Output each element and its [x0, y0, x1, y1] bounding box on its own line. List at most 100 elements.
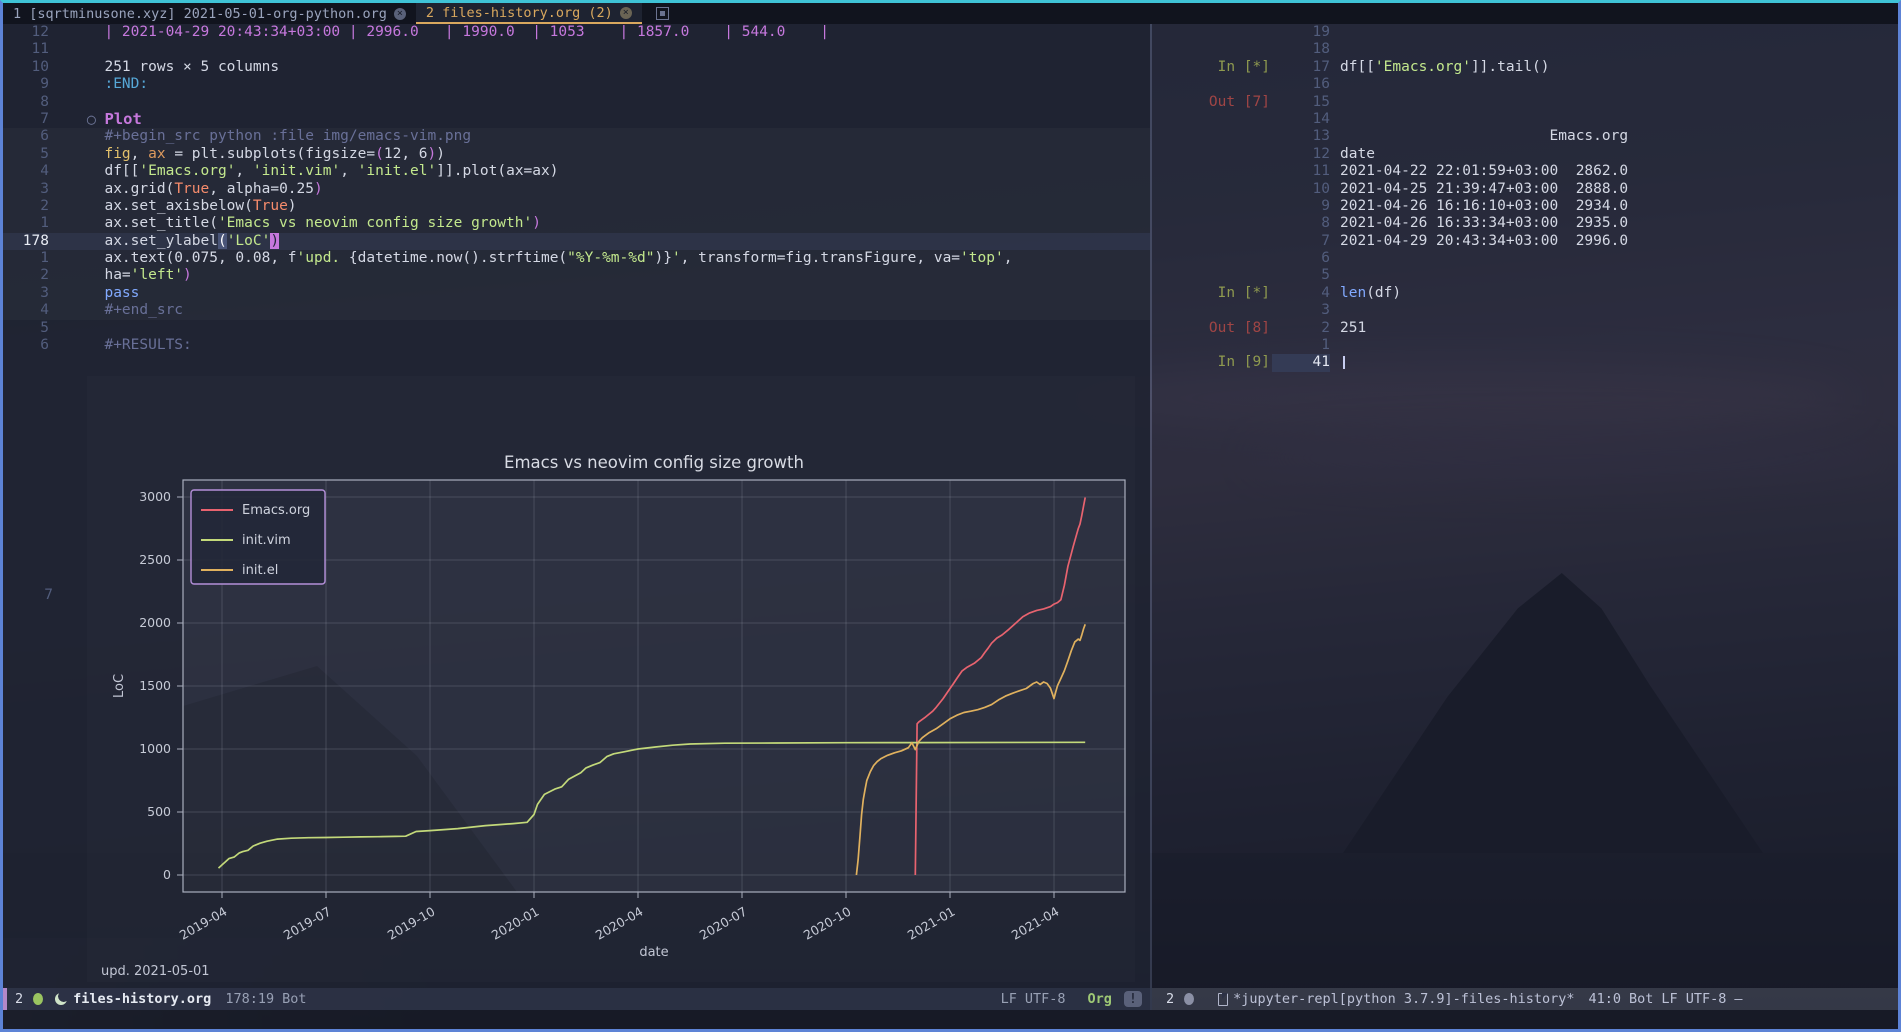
cursor-position: 178:19 — [225, 991, 274, 1007]
repl-line[interactable]: 72021-04-29 20:43:34+03:00 2996.0 — [1152, 233, 1898, 250]
repl-line[interactable]: Out [7]15 — [1152, 94, 1898, 111]
repl-line[interactable]: 14 — [1152, 111, 1898, 128]
svg-text:init.el: init.el — [242, 563, 278, 578]
repl-line[interactable]: 112021-04-22 22:01:59+03:00 2862.0 — [1152, 163, 1898, 180]
code-segment: True — [253, 198, 288, 214]
org-code-line[interactable]: 7◯ Plot — [3, 111, 1150, 128]
code-segment: , transform=fig.transFigure, va= — [681, 250, 960, 266]
tab-close-icon[interactable]: × — [394, 8, 406, 20]
line-text: pass — [87, 285, 139, 302]
code-segment: 'init.el' — [358, 163, 437, 179]
line-number: 11 — [1272, 163, 1330, 180]
repl-line[interactable]: 18 — [1152, 41, 1898, 58]
org-code-line[interactable]: 8 — [3, 94, 1150, 111]
repl-line[interactable]: 6 — [1152, 250, 1898, 267]
line-number: 5 — [1272, 267, 1330, 284]
org-code-line[interactable]: 3 pass — [3, 285, 1150, 302]
code-segment: #+RESULTS: — [87, 337, 192, 353]
flycheck-badge[interactable]: ! — [1124, 991, 1142, 1007]
code-segment: 'left' — [131, 267, 183, 283]
org-code-line[interactable]: 6 #+begin_src python :file img/emacs-vim… — [3, 128, 1150, 145]
org-code-line[interactable]: 5 fig, ax = plt.subplots(figsize=(12, 6)… — [3, 146, 1150, 163]
major-mode[interactable]: Org — [1087, 991, 1111, 1007]
org-code-line[interactable]: 12 | 2021-04-29 20:43:34+03:00 | 2996.0 … — [3, 24, 1150, 41]
code-segment: ) — [270, 233, 279, 249]
org-code-line[interactable]: 9 :END: — [3, 76, 1150, 93]
evil-state-bar — [3, 988, 7, 1010]
code-segment — [87, 285, 104, 301]
tab-close-icon[interactable]: × — [620, 7, 632, 19]
svg-text:2500: 2500 — [139, 552, 171, 567]
org-code-line[interactable]: 4 #+end_src — [3, 302, 1150, 319]
org-code-line[interactable]: 2 ax.set_axisbelow(True) — [3, 198, 1150, 215]
jupyter-repl-window[interactable]: 1918In [*]17df[['Emacs.org']].tail()16Ou… — [1152, 24, 1898, 988]
code-segment: ) — [436, 146, 445, 162]
line-text: ax.grid(True, alpha=0.25) — [87, 181, 323, 198]
line-number: 8 — [3, 94, 49, 111]
buffer-name[interactable]: *jupyter-repl[python 3.7.9]-files-histor… — [1233, 991, 1574, 1007]
tab-files-history[interactable]: 2 files-history.org (2) × — [416, 3, 642, 24]
org-code-line[interactable]: 1 ax.text(0.075, 0.08, f'upd. {datetime.… — [3, 250, 1150, 267]
cursor-position: 41:0 — [1589, 991, 1622, 1007]
repl-line[interactable]: In [9]41 — [1152, 354, 1898, 371]
repl-line[interactable]: 5 — [1152, 267, 1898, 284]
code-segment: | 2021-04-29 20:43:34+03:00 | 2996.0 | 1… — [87, 24, 829, 40]
svg-text:500: 500 — [147, 804, 171, 819]
line-number: 3 — [1272, 302, 1330, 319]
line-number: 9 — [3, 76, 49, 93]
echo-area[interactable] — [3, 1010, 1898, 1029]
line-text: #+RESULTS: — [87, 337, 192, 354]
repl-line[interactable]: In [*]4len(df) — [1152, 285, 1898, 302]
code-segment: 'top' — [960, 250, 1004, 266]
org-code-line[interactable]: 5 — [3, 320, 1150, 337]
repl-in-prompt — [1152, 163, 1270, 180]
code-segment: True — [174, 181, 209, 197]
repl-line[interactable]: 19 — [1152, 24, 1898, 41]
line-number: 10 — [3, 59, 49, 76]
line-number: 3 — [3, 181, 49, 198]
org-code-line[interactable]: 4 df[['Emacs.org', 'init.vim', 'init.el'… — [3, 163, 1150, 180]
repl-line[interactable]: In [*]17df[['Emacs.org']].tail() — [1152, 59, 1898, 76]
org-code-line[interactable]: 3 ax.grid(True, alpha=0.25) — [3, 181, 1150, 198]
repl-line[interactable]: 1 — [1152, 337, 1898, 354]
repl-line[interactable]: 92021-04-26 16:16:10+03:00 2934.0 — [1152, 198, 1898, 215]
code-segment: pass — [104, 285, 139, 301]
code-segment — [87, 146, 104, 162]
org-code-line[interactable]: 1 ax.set_title('Emacs vs neovim config s… — [3, 215, 1150, 232]
repl-in-prompt — [1152, 41, 1270, 58]
svg-text:0: 0 — [163, 867, 171, 882]
code-segment: , — [131, 146, 148, 162]
line-text: df[['Emacs.org', 'init.vim', 'init.el']]… — [87, 163, 558, 180]
line-number: 4 — [1272, 285, 1330, 302]
repl-line[interactable]: 3 — [1152, 302, 1898, 319]
repl-line[interactable]: Out [8]2251 — [1152, 320, 1898, 337]
line-number: 18 — [1272, 41, 1330, 58]
code-segment: ]].tail() — [1471, 59, 1550, 75]
tab-org-python[interactable]: 1 [sqrtminusone.xyz] 2021-05-01-org-pyth… — [3, 3, 416, 24]
inline-results-image: 0500100015002000250030002019-042019-0720… — [87, 376, 1135, 982]
org-code-line[interactable]: 2 ha='left') — [3, 267, 1150, 284]
repl-line[interactable]: 16 — [1152, 76, 1898, 93]
code-segment: 251 — [1340, 320, 1366, 336]
window-divider[interactable] — [1150, 24, 1152, 1010]
line-number: 11 — [3, 41, 49, 58]
code-segment: 2021-04-25 21:39:47+03:00 2888.0 — [1340, 181, 1628, 197]
line-number: 6 — [3, 337, 49, 354]
org-code-line[interactable]: 6 #+RESULTS: — [3, 337, 1150, 354]
line-number: 1 — [3, 215, 49, 232]
code-segment: ◯ — [87, 112, 104, 128]
svg-text:2000: 2000 — [139, 615, 171, 630]
line-number: 41 — [1272, 354, 1330, 371]
org-code-line[interactable]: 11 — [3, 41, 1150, 58]
buffer-name[interactable]: files-history.org — [73, 991, 211, 1007]
org-code-line[interactable]: 178 ax.set_ylabel('LoC') — [3, 233, 1150, 250]
scroll-position: Bot — [282, 991, 306, 1007]
org-code-line[interactable]: 10 251 rows × 5 columns — [3, 59, 1150, 76]
repl-line[interactable]: 82021-04-26 16:33:34+03:00 2935.0 — [1152, 215, 1898, 232]
repl-line[interactable]: 13 Emacs.org — [1152, 128, 1898, 145]
repl-line[interactable]: 102021-04-25 21:39:47+03:00 2888.0 — [1152, 181, 1898, 198]
line-number: 13 — [1272, 128, 1330, 145]
new-tab-icon[interactable] — [656, 7, 669, 20]
repl-line[interactable]: 12date — [1152, 146, 1898, 163]
org-buffer-window[interactable]: 12 | 2021-04-29 20:43:34+03:00 | 2996.0 … — [3, 24, 1150, 988]
